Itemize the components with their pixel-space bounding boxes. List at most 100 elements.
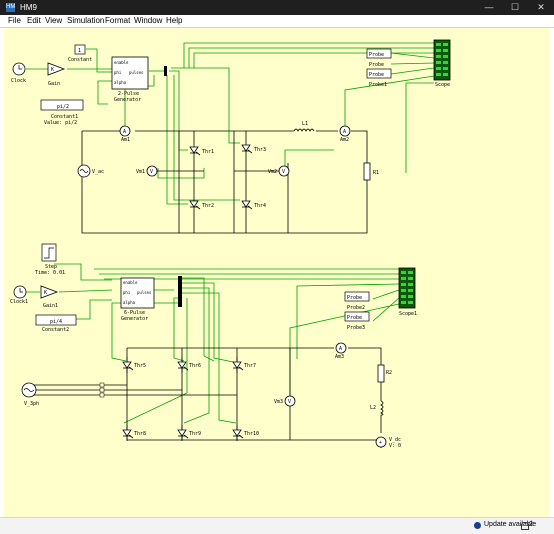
svg-text:pi/2: pi/2	[57, 104, 69, 110]
menu-simulation[interactable]: Simulation	[67, 16, 104, 26]
close-button[interactable]: ✕	[528, 0, 554, 15]
svg-text:phi: phi	[123, 290, 131, 295]
svg-text:K: K	[44, 290, 47, 296]
svg-text:alpha: alpha	[114, 80, 127, 85]
inductor-l1	[293, 128, 315, 132]
info-icon	[474, 522, 481, 529]
minimize-button[interactable]: —	[476, 0, 502, 15]
title-bar: HM HM9 — ☐ ✕	[0, 0, 554, 15]
maximize-button[interactable]: ☐	[502, 0, 528, 15]
svg-text:R1: R1	[373, 170, 379, 176]
svg-text:enable: enable	[123, 280, 138, 285]
svg-text:V: V	[282, 169, 285, 175]
window-title: HM9	[20, 3, 37, 12]
bell-icon[interactable]	[521, 522, 529, 530]
svg-text:V: V	[150, 169, 153, 175]
constant1-value: Value: pi/2	[44, 120, 77, 126]
svg-text:+: +	[379, 440, 382, 446]
scope1-label: Scope1	[399, 311, 417, 317]
svg-text:1: 1	[78, 48, 81, 54]
app-icon: HM	[6, 3, 16, 12]
gain-label: Gain	[48, 81, 60, 87]
svg-text:Vm1: Vm1	[136, 169, 145, 175]
thyristor-thr9	[177, 424, 189, 442]
svg-text:R2: R2	[386, 370, 392, 376]
svg-text:L2: L2	[370, 405, 376, 411]
svg-text:Thr3: Thr3	[254, 147, 266, 153]
svg-text:Generator: Generator	[114, 97, 141, 103]
svg-text:Vm3: Vm3	[274, 399, 283, 405]
svg-text:Thr9: Thr9	[189, 431, 201, 437]
svg-text:V_3ph: V_3ph	[24, 401, 39, 407]
thyristor-thr2	[189, 195, 201, 213]
resistor-r1	[363, 162, 371, 181]
svg-text:A: A	[123, 129, 126, 135]
notification-count: 2	[529, 521, 533, 528]
schematic: Clock K Gain 1 Constant pi/2 Constant1 V…	[10, 39, 451, 449]
menu-help[interactable]: Help	[166, 16, 182, 26]
gain1-label: Gain1	[43, 303, 58, 309]
diagram-canvas[interactable]: Clock K Gain 1 Constant pi/2 Constant1 V…	[4, 28, 550, 517]
menu-edit[interactable]: Edit	[27, 16, 41, 26]
svg-text:L1: L1	[302, 121, 308, 127]
svg-text:Thr4: Thr4	[254, 203, 266, 209]
svg-text:Thr5: Thr5	[134, 363, 146, 369]
constant2-label: Constant2	[42, 327, 69, 333]
svg-text:Am1: Am1	[121, 137, 130, 143]
clock-label: Clock	[11, 78, 26, 84]
svg-text:pi/4: pi/4	[50, 319, 62, 325]
thyristor-thr5	[122, 356, 134, 374]
thyristor-thr3	[241, 139, 253, 157]
menu-view[interactable]: View	[45, 16, 62, 26]
svg-text:enable: enable	[114, 60, 129, 65]
svg-text:Probe: Probe	[347, 315, 362, 321]
svg-text:Probe2: Probe2	[347, 305, 365, 311]
svg-text:V_ac: V_ac	[92, 169, 104, 175]
svg-text:Thr2: Thr2	[202, 203, 214, 209]
demux-bar	[164, 66, 167, 76]
svg-text:Thr6: Thr6	[189, 363, 201, 369]
status-bar: Update available 2	[0, 517, 554, 534]
svg-text:Probe1: Probe1	[369, 82, 387, 88]
svg-text:V: 0: V: 0	[389, 443, 401, 449]
thyristor-thr4	[241, 195, 253, 213]
thyristor-thr7	[232, 356, 244, 374]
svg-text:Am3: Am3	[335, 354, 344, 360]
svg-text:phi: phi	[114, 70, 122, 75]
demux-bar-6	[178, 276, 182, 307]
svg-text:Time: 0.01: Time: 0.01	[35, 270, 65, 276]
svg-text:alpha: alpha	[123, 300, 136, 305]
svg-text:Probe: Probe	[347, 295, 362, 301]
menu-bar: File Edit View Simulation Format Window …	[0, 15, 554, 28]
clock-icon	[12, 62, 26, 76]
svg-text:Probe: Probe	[369, 62, 384, 68]
clock1-label: Clock1	[10, 299, 28, 305]
svg-text:pulses: pulses	[137, 290, 152, 295]
constant-label: Constant	[68, 57, 92, 63]
resistor-r2	[377, 364, 385, 383]
svg-text:Thr1: Thr1	[202, 149, 214, 155]
scope-label: Scope	[435, 82, 450, 88]
menu-file[interactable]: File	[8, 16, 21, 26]
svg-text:Generator: Generator	[121, 316, 148, 322]
svg-text:Am2: Am2	[340, 137, 349, 143]
thyristor-thr8	[122, 424, 134, 442]
thyristor-thr1	[189, 141, 201, 159]
svg-text:pulses: pulses	[129, 70, 144, 75]
thyristor-thr10	[232, 424, 244, 442]
svg-text:Thr10: Thr10	[244, 431, 259, 437]
svg-text:A: A	[343, 129, 346, 135]
svg-text:Probe3: Probe3	[347, 325, 365, 331]
menu-window[interactable]: Window	[134, 16, 162, 26]
svg-text:A: A	[339, 346, 342, 352]
svg-text:Probe: Probe	[369, 52, 384, 58]
svg-text:Thr8: Thr8	[134, 431, 146, 437]
svg-text:K: K	[51, 67, 54, 73]
svg-text:Vm2: Vm2	[268, 169, 277, 175]
inductor-l2	[380, 400, 384, 416]
svg-text:V: V	[288, 399, 291, 405]
clock1-icon	[13, 285, 27, 299]
menu-format[interactable]: Format	[105, 16, 130, 26]
svg-text:Probe: Probe	[369, 72, 384, 78]
svg-text:Thr7: Thr7	[244, 363, 256, 369]
